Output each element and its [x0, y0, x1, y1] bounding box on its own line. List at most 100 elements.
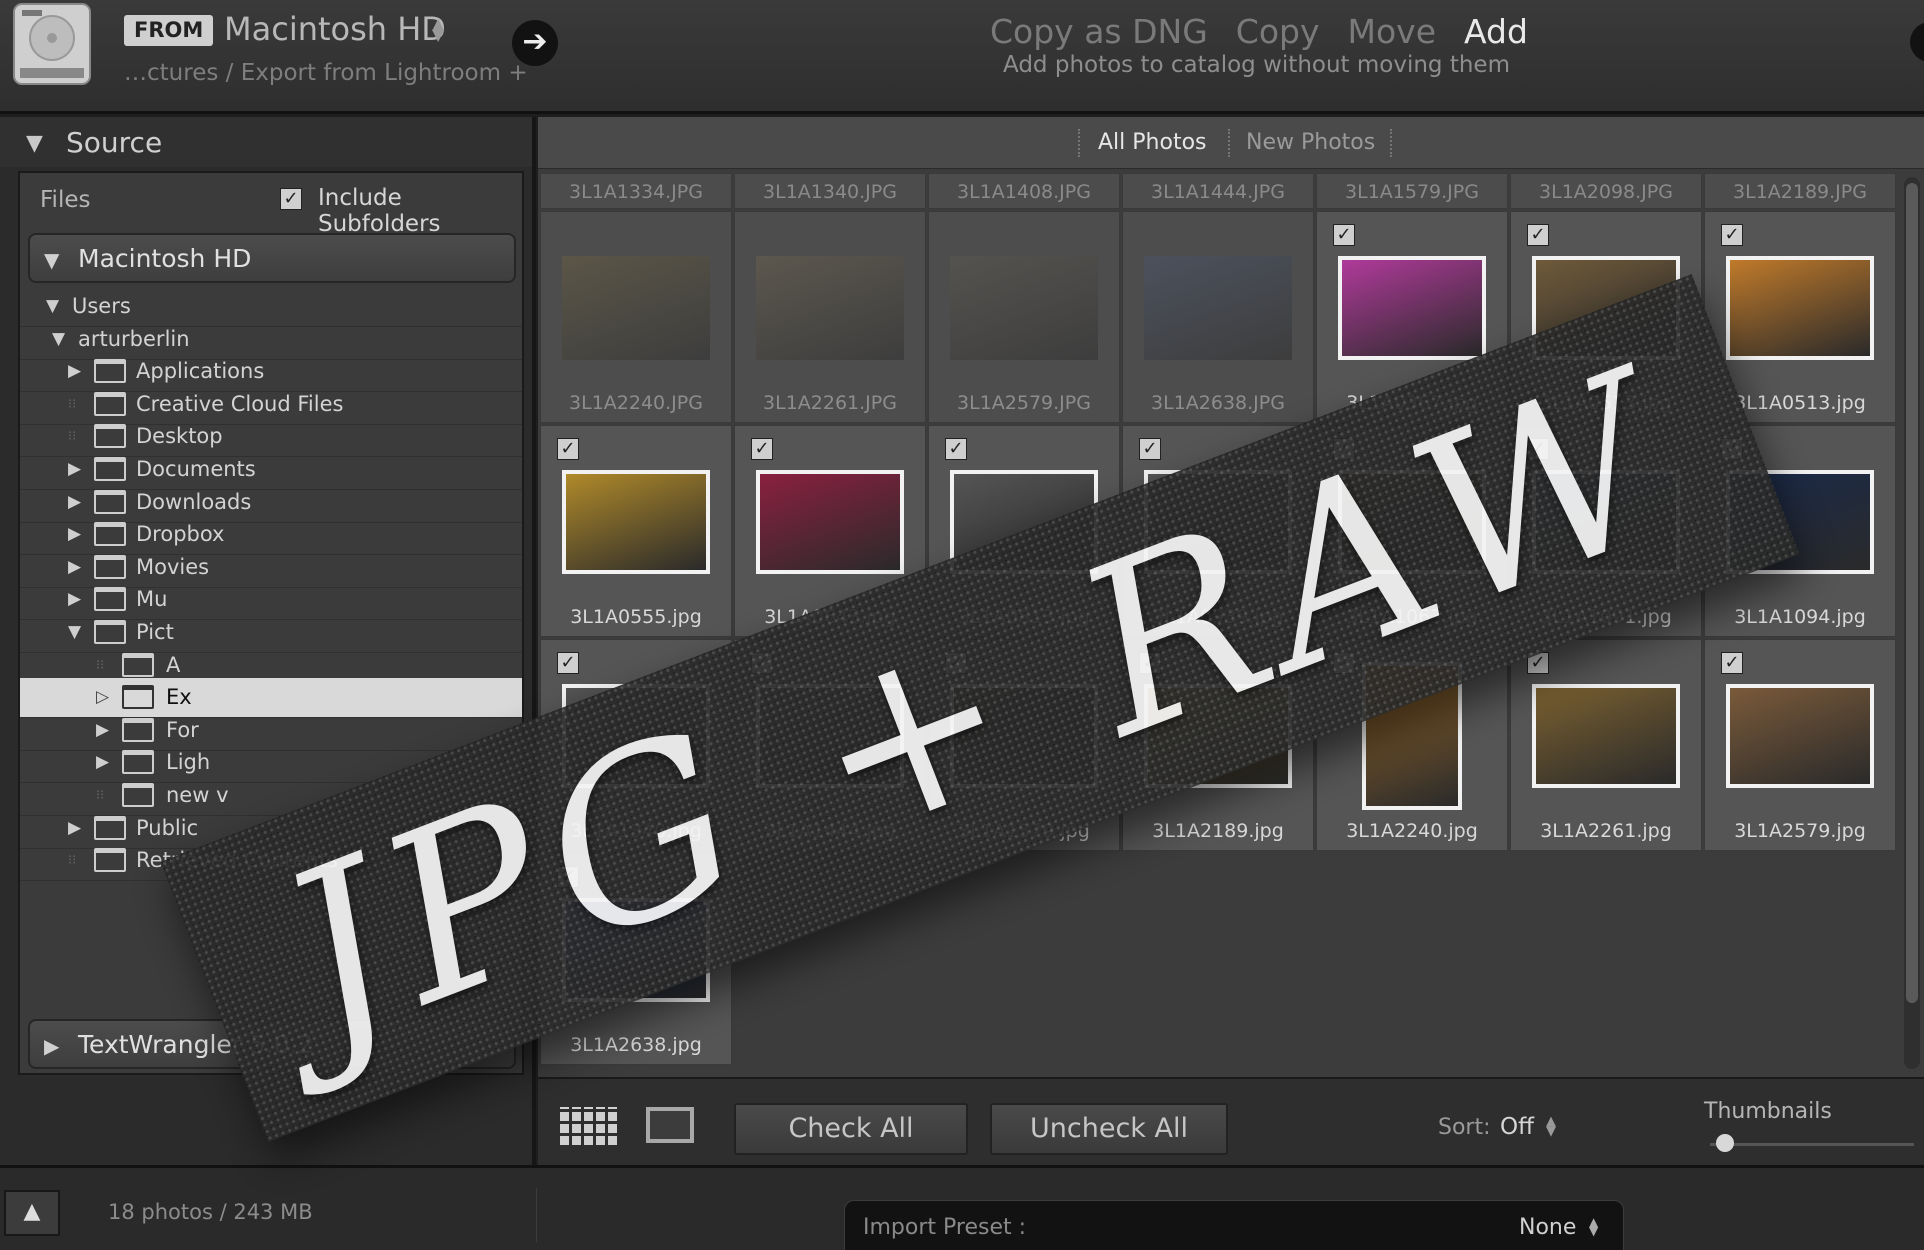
triangle-right-icon[interactable]: ▶	[68, 361, 81, 381]
import-preset-value[interactable]: None	[1519, 1215, 1576, 1240]
triangle-right-icon[interactable]: ▶	[68, 818, 81, 838]
dropdown-arrows-icon[interactable]: ▲ ▼	[1589, 1216, 1598, 1237]
triangle-right-icon[interactable]: ▶	[96, 752, 109, 772]
triangle-right-icon[interactable]: ▶	[68, 492, 81, 512]
photo-thumbnail[interactable]	[1726, 256, 1874, 360]
source-panel-header[interactable]: ▼ Source	[0, 117, 532, 167]
dropdown-arrows-icon[interactable]: ▲ ▼	[1546, 1115, 1556, 1138]
photo-thumbnail[interactable]	[1726, 684, 1874, 788]
photo-thumbnail[interactable]	[756, 256, 904, 360]
photo-thumbnail[interactable]	[756, 684, 904, 788]
photo-thumbnail[interactable]	[950, 470, 1098, 574]
slider-handle[interactable]	[1716, 1134, 1735, 1152]
photo-cell[interactable]: ✓ 3L1A0643.jpg	[734, 425, 926, 637]
photo-cell[interactable]: ✓ 3L1A2579.jpg	[1704, 639, 1896, 851]
photo-cell[interactable]: 3L1A2240.JPG	[540, 211, 732, 423]
photo-checkbox[interactable]: ✓	[945, 438, 967, 460]
thumbnail-size-slider[interactable]	[1710, 1143, 1914, 1146]
photo-cell[interactable]: ✓ 3L1A1340.jpg	[540, 639, 732, 851]
photo-thumbnail[interactable]	[756, 470, 904, 574]
mode-add[interactable]: Add	[1464, 12, 1528, 51]
triangle-down-icon[interactable]: ▼	[68, 622, 81, 642]
triangle-right-icon[interactable]: ▶	[96, 720, 109, 740]
volume-macintosh-hd[interactable]: ▼ Macintosh HD	[28, 233, 516, 283]
import-preset-selector[interactable]: Import Preset : None ▲ ▼	[844, 1200, 1624, 1250]
photo-cell[interactable]: ✓ 3L1A1063.jpg	[1316, 425, 1508, 637]
photo-thumbnail[interactable]	[1362, 662, 1462, 810]
photo-checkbox[interactable]: ✓	[751, 652, 773, 674]
photo-thumbnail[interactable]	[562, 898, 710, 1002]
photo-thumbnail[interactable]	[562, 256, 710, 360]
photo-checkbox[interactable]: ✓	[1527, 224, 1549, 246]
photo-cell[interactable]: ✓ 3L1A2638.jpg	[540, 853, 732, 1065]
photo-thumbnail[interactable]	[1532, 470, 1680, 574]
photo-checkbox[interactable]: ✓	[1139, 438, 1161, 460]
grid-scrollbar[interactable]	[1904, 177, 1920, 1069]
volume-textwrangler[interactable]: ▶ TextWrangler 5.0.2	[28, 1019, 516, 1069]
triangle-down-icon[interactable]: ▼	[52, 329, 65, 349]
check-all-button[interactable]: Check All	[734, 1103, 968, 1155]
grid-view-icon[interactable]	[560, 1107, 618, 1145]
photo-cell[interactable]: 3L1A2261.JPG	[734, 211, 926, 423]
photo-checkbox[interactable]: ✓	[1139, 652, 1161, 674]
photo-checkbox[interactable]: ✓	[557, 438, 579, 460]
photo-thumbnail[interactable]	[950, 256, 1098, 360]
photo-thumbnail[interactable]	[562, 684, 710, 788]
photo-checkbox[interactable]: ✓	[557, 866, 579, 888]
triangle-right-icon[interactable]: ▶	[68, 524, 81, 544]
photo-cell[interactable]: 3L1A2638.JPG	[1122, 211, 1314, 423]
triangle-right-icon[interactable]: ▶	[68, 589, 81, 609]
photo-cell[interactable]: 3L1A2579.JPG	[928, 211, 1120, 423]
triangle-right-icon[interactable]: ▶	[44, 1034, 59, 1058]
hard-disk-icon[interactable]	[10, 2, 94, 86]
uncheck-all-button[interactable]: Uncheck All	[990, 1103, 1228, 1155]
photo-cell[interactable]: ✓ 3L1A0513.jpg	[1704, 211, 1896, 423]
photo-checkbox[interactable]: ✓	[557, 652, 579, 674]
triangle-right-icon[interactable]: ▶	[68, 459, 81, 479]
tab-all-photos[interactable]: All Photos	[1098, 130, 1207, 155]
photo-cell[interactable]: ✓ 3L1A2261.jpg	[1510, 639, 1702, 851]
source-volume-selector[interactable]: Macintosh HD	[224, 10, 446, 48]
dropdown-arrows-icon[interactable]: ▲ ▼	[432, 16, 444, 43]
photo-cell[interactable]: ✓ 3L1A0813.jpg	[928, 425, 1120, 637]
triangle-down-icon[interactable]: ▼	[26, 131, 43, 156]
photo-thumbnail[interactable]	[1338, 256, 1486, 360]
folder-item[interactable]: ⁝⁝ Retrieved Contents	[20, 841, 522, 882]
photo-checkbox[interactable]: ✓	[751, 438, 773, 460]
mode-move[interactable]: Move	[1348, 12, 1437, 51]
loupe-view-icon[interactable]	[646, 1107, 694, 1143]
arrow-right-icon[interactable]: ➔	[512, 20, 558, 66]
photo-cell[interactable]: ✓ 3L1A1091.jpg	[1510, 425, 1702, 637]
triangle-down-icon[interactable]: ▼	[46, 296, 59, 316]
triangle-right-icon[interactable]: ▷	[96, 687, 109, 707]
photo-cell[interactable]: ✓ 3L1A0513.jpg	[1510, 211, 1702, 423]
scrollbar-thumb[interactable]	[1906, 183, 1918, 1003]
include-subfolders-checkbox[interactable]: ✓	[280, 188, 302, 210]
photo-thumbnail[interactable]	[1144, 256, 1292, 360]
photo-checkbox[interactable]: ✓	[1333, 438, 1355, 460]
triangle-down-icon[interactable]: ▼	[44, 248, 59, 272]
photo-cell[interactable]: ✓ 3L1A1579.jpg	[928, 639, 1120, 851]
photo-thumbnail[interactable]	[562, 470, 710, 574]
include-subfolders-label[interactable]: Include Subfolders	[318, 185, 522, 237]
photo-thumbnail[interactable]	[1144, 470, 1292, 574]
photo-checkbox[interactable]: ✓	[1721, 438, 1743, 460]
photo-cell[interactable]: ✓ 3L1A0367.jpg	[1316, 211, 1508, 423]
photo-thumbnail[interactable]	[1144, 684, 1292, 788]
destination-arrow-icon[interactable]	[1910, 22, 1924, 62]
sort-selector[interactable]: Off	[1500, 1114, 1534, 1140]
mode-copy[interactable]: Copy	[1236, 12, 1320, 51]
photo-checkbox[interactable]: ✓	[1527, 652, 1549, 674]
photo-checkbox[interactable]: ✓	[1527, 438, 1549, 460]
source-path[interactable]: …ctures / Export from Lightroom +	[124, 60, 528, 86]
photo-cell[interactable]: ✓ 3L1A0555.jpg	[540, 425, 732, 637]
photo-thumbnail[interactable]	[1726, 470, 1874, 574]
photo-cell[interactable]: ✓ 3L1A2189.jpg	[1122, 639, 1314, 851]
photo-thumbnail[interactable]	[1532, 684, 1680, 788]
photo-checkbox[interactable]: ✓	[1333, 224, 1355, 246]
photo-thumbnail[interactable]	[1532, 256, 1680, 360]
photo-cell[interactable]: ✓ 3L1A1444.jpg	[734, 639, 926, 851]
photo-checkbox[interactable]: ✓	[1333, 652, 1355, 674]
mode-copy-as-dng[interactable]: Copy as DNG	[990, 12, 1208, 51]
photo-cell[interactable]: ✓ 3L1A1094.jpg	[1704, 425, 1896, 637]
